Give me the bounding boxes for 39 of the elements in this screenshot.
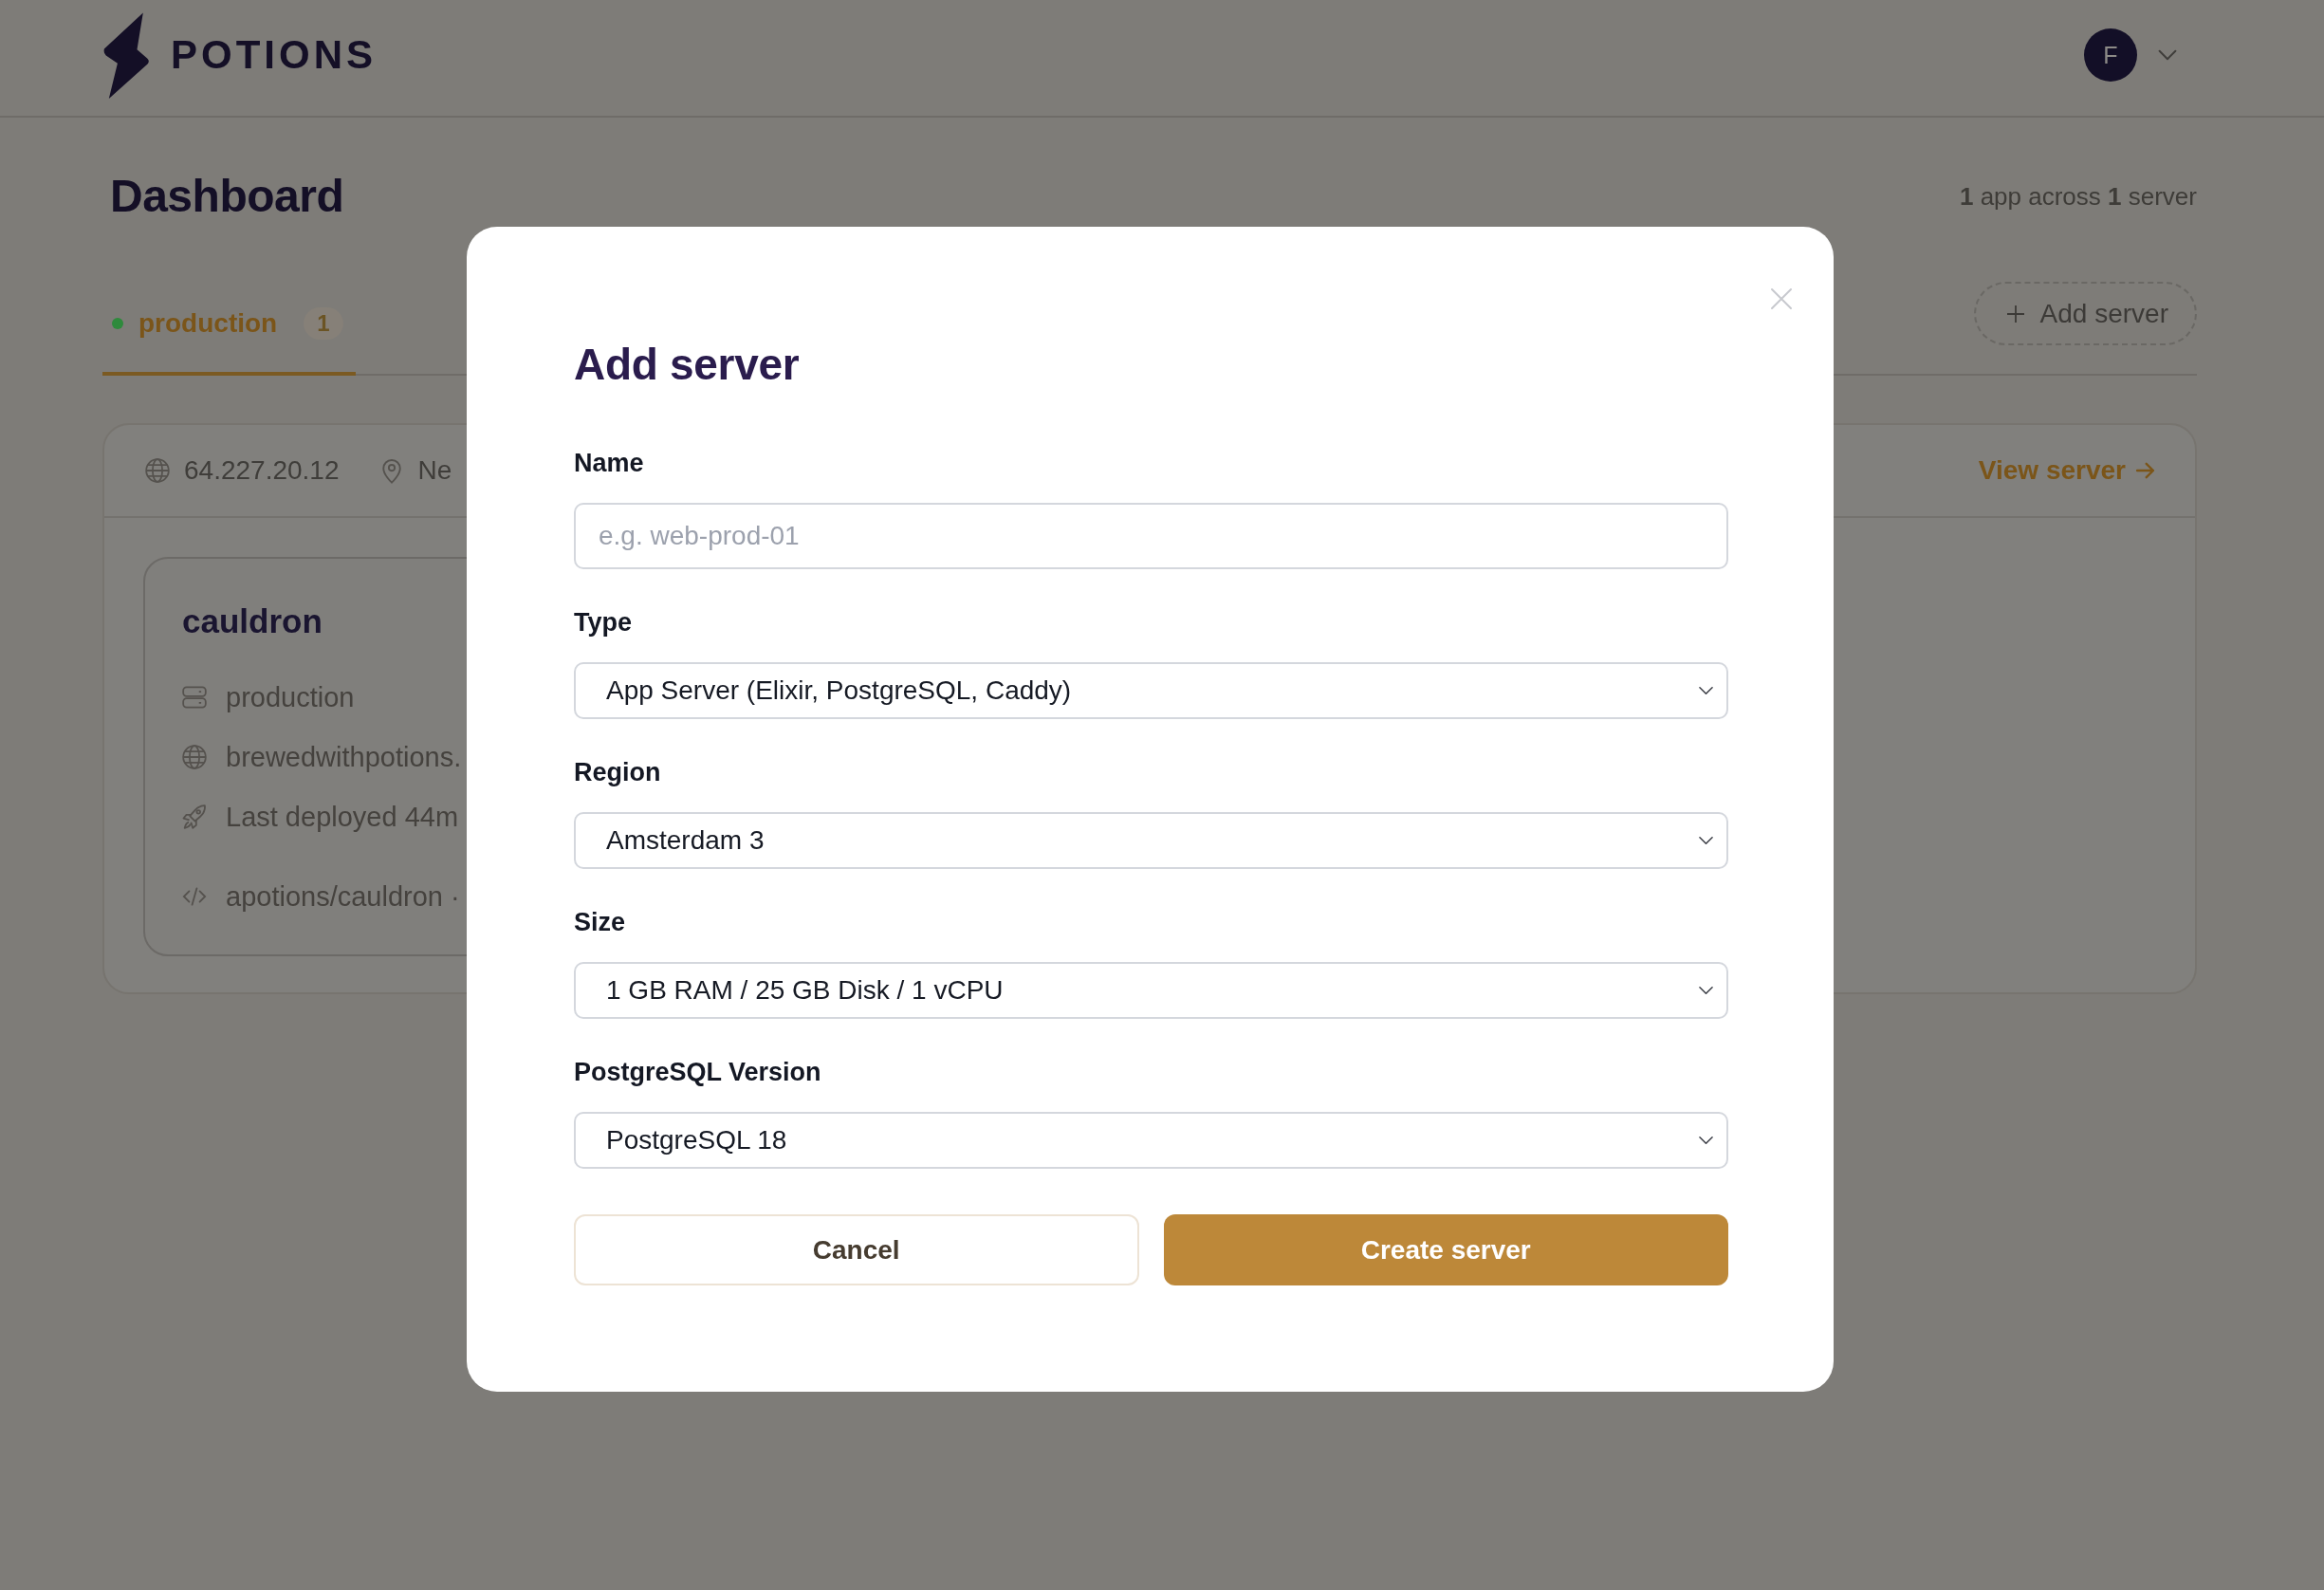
app-name: cauldron (182, 601, 323, 641)
globe-icon (145, 458, 170, 483)
plus-icon (2005, 304, 2025, 324)
code-icon (182, 884, 207, 909)
add-server-button[interactable]: Add server (1973, 282, 2197, 345)
field-label: Size (574, 907, 627, 938)
logo-text: POTIONS (171, 32, 378, 78)
domain-text: brewedwithpotions. (226, 741, 462, 774)
location-text: Ne (417, 455, 452, 486)
select-dropdown[interactable]: PostgreSQL 18 (574, 1112, 1728, 1169)
dialog-title: Add server (574, 339, 801, 391)
select-dropdown[interactable]: Amsterdam 3 (574, 812, 1728, 869)
ip-address-text: 64.227.20.12 (184, 455, 340, 486)
submit-button[interactable]: Create server (1163, 1214, 1728, 1285)
deploy-time-text: Last deployed 44m (226, 801, 459, 834)
chevron-down-icon[interactable] (1699, 986, 1713, 995)
arrow-right-icon (2135, 462, 2155, 479)
server-icon (182, 685, 207, 710)
select-dropdown[interactable]: 1 GB RAM / 25 GB Disk / 1 vCPU (574, 962, 1728, 1019)
text-input[interactable]: e.g. web-prod-01 (574, 503, 1728, 569)
chevron-down-icon[interactable] (1699, 1136, 1713, 1145)
globe-icon (182, 745, 207, 769)
chevron-down-icon[interactable] (1699, 686, 1713, 695)
chevron-down-icon[interactable] (1699, 836, 1713, 845)
field-label: Name (574, 448, 645, 479)
select-dropdown[interactable]: App Server (Elixir, PostgreSQL, Caddy) (574, 662, 1728, 719)
lightning-bolt-icon (102, 10, 152, 100)
field-label: Region (574, 757, 662, 788)
summary-text: 1 app across 1 server (1959, 181, 2197, 212)
repository-text: apotions/cauldron · (226, 880, 460, 914)
rocket-icon (182, 804, 207, 829)
field-label: PostgreSQL Version (574, 1057, 822, 1088)
cancel-button[interactable]: Cancel (574, 1214, 1139, 1285)
page-title: Dashboard (110, 170, 344, 223)
count-badge: 1 (304, 307, 343, 340)
field-label: Type (574, 607, 633, 638)
map-pin-icon (381, 457, 401, 484)
user-avatar[interactable]: F (2084, 28, 2137, 82)
environment-text: production (226, 681, 355, 714)
